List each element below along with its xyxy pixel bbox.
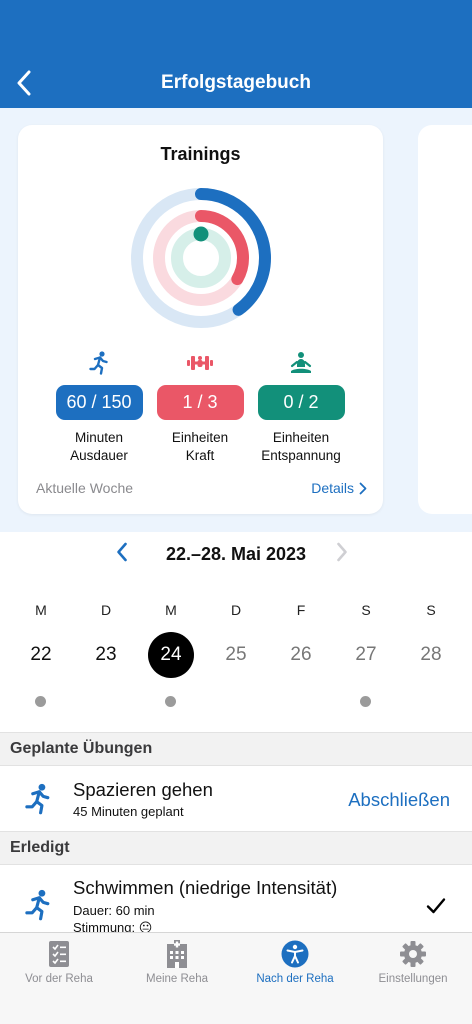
- day-27[interactable]: 27: [336, 632, 396, 678]
- day-22[interactable]: 22: [11, 632, 71, 678]
- running-icon: [89, 351, 108, 375]
- exercise-title: Schwimmen (niedrige Intensität): [73, 877, 338, 898]
- page-title: Erfolgstagebuch: [161, 72, 311, 93]
- next-week-button[interactable]: [336, 542, 348, 567]
- next-card-peek[interactable]: [418, 125, 472, 514]
- stat-ausdauer: 60 / 150 Minuten Ausdauer: [54, 350, 144, 465]
- meditation-icon: [290, 352, 312, 373]
- details-label: Details: [311, 480, 354, 496]
- activity-dot: [35, 696, 46, 707]
- done-section-header: Erledigt: [0, 831, 472, 865]
- day-25[interactable]: 25: [206, 632, 266, 678]
- tab-label: Vor der Reha: [25, 973, 93, 985]
- stat-value: 0 / 2: [257, 385, 345, 420]
- tab-label: Meine Reha: [145, 973, 208, 985]
- day-28[interactable]: 28: [401, 632, 461, 678]
- tab-einstellungen[interactable]: Einstellungen: [354, 939, 472, 985]
- day-number: 28: [420, 644, 442, 665]
- weekday-letter: S: [426, 602, 436, 618]
- activity-dot: [360, 696, 371, 707]
- stat-entspannung: 0 / 2 Einheiten Entspannung: [256, 350, 346, 465]
- chevron-right-icon: [337, 542, 347, 562]
- day-26[interactable]: 26: [271, 632, 331, 678]
- current-week-label: Aktuelle Woche: [36, 480, 134, 496]
- stat-label-line2: Entspannung: [261, 448, 341, 463]
- stat-value: 60 / 150: [55, 385, 143, 420]
- details-link[interactable]: Details: [311, 480, 367, 496]
- day-number: 23: [95, 644, 117, 665]
- day-number: 25: [225, 644, 247, 665]
- checklist-icon: [49, 941, 69, 967]
- tab-label: Einstellungen: [378, 973, 448, 985]
- day-number: 26: [290, 644, 312, 665]
- exercise-title: Spazieren gehen: [73, 779, 213, 800]
- week-navigator: 22.–28. Mai 2023: [0, 532, 472, 576]
- weekday-letter: F: [296, 602, 306, 618]
- stat-label-line1: Einheiten: [272, 430, 330, 445]
- weekday-letter: M: [165, 602, 177, 618]
- exercise-subtitle: 45 Minuten geplant: [73, 804, 184, 819]
- card-title: Trainings: [160, 144, 241, 164]
- running-icon: [25, 783, 50, 815]
- planned-section-header: Geplante Übungen: [0, 732, 472, 766]
- accessibility-icon: [281, 940, 309, 968]
- stat-label-line2: Ausdauer: [70, 448, 128, 463]
- gear-icon: [400, 941, 426, 967]
- tab-nach-der-reha[interactable]: Nach der Reha: [236, 939, 354, 985]
- day-23[interactable]: 23: [76, 632, 136, 678]
- exercise-duration: Dauer: 60 min: [73, 903, 155, 918]
- day-number: 22: [30, 644, 52, 665]
- tab-vor-der-reha[interactable]: Vor der Reha: [0, 939, 118, 985]
- day-24-selected[interactable]: 24: [141, 632, 201, 678]
- weekday-letter: D: [100, 602, 112, 618]
- tab-meine-reha[interactable]: Meine Reha: [118, 939, 236, 985]
- stat-kraft: 1 / 3 Einheiten Kraft: [155, 350, 245, 465]
- stat-label-line1: Minuten: [74, 430, 124, 445]
- stat-label-line2: Kraft: [185, 448, 215, 463]
- stat-value: 1 / 3: [156, 385, 244, 420]
- checkmark-icon: [426, 898, 446, 914]
- planned-exercise-row[interactable]: Spazieren gehen 45 Minuten geplant Absch…: [0, 766, 472, 832]
- weekday-letter: M: [35, 602, 47, 618]
- ring-start-entspannung: [193, 226, 209, 242]
- tab-bar: Vor der Reha Meine Reha Nach der Reha Ei…: [0, 932, 472, 1024]
- week-range: 22.–28. Mai 2023: [165, 544, 307, 564]
- tab-label: Nach der Reha: [256, 973, 334, 985]
- trainings-card[interactable]: Trainings 60 / 150 Minuten Ausdauer 1 / …: [18, 125, 383, 514]
- progress-rings: [131, 188, 271, 328]
- weekday-letter: S: [361, 602, 371, 618]
- day-number: 27: [355, 644, 377, 665]
- weekday-letter: D: [230, 602, 242, 618]
- stat-label-line1: Einheiten: [171, 430, 229, 445]
- summary-carousel[interactable]: Trainings 60 / 150 Minuten Ausdauer 1 / …: [0, 108, 472, 532]
- running-icon: [25, 889, 50, 921]
- completed-exercise-row[interactable]: Schwimmen (niedrige Intensität) Dauer: 6…: [0, 865, 472, 933]
- complete-button[interactable]: Abschließen: [348, 789, 450, 811]
- activity-dot: [165, 696, 176, 707]
- nav-header: Erfolgstagebuch: [0, 0, 472, 108]
- dumbbell-icon: [187, 356, 213, 370]
- chevron-right-icon: [359, 482, 367, 494]
- hospital-icon: [167, 940, 187, 968]
- day-number: 24: [148, 632, 194, 678]
